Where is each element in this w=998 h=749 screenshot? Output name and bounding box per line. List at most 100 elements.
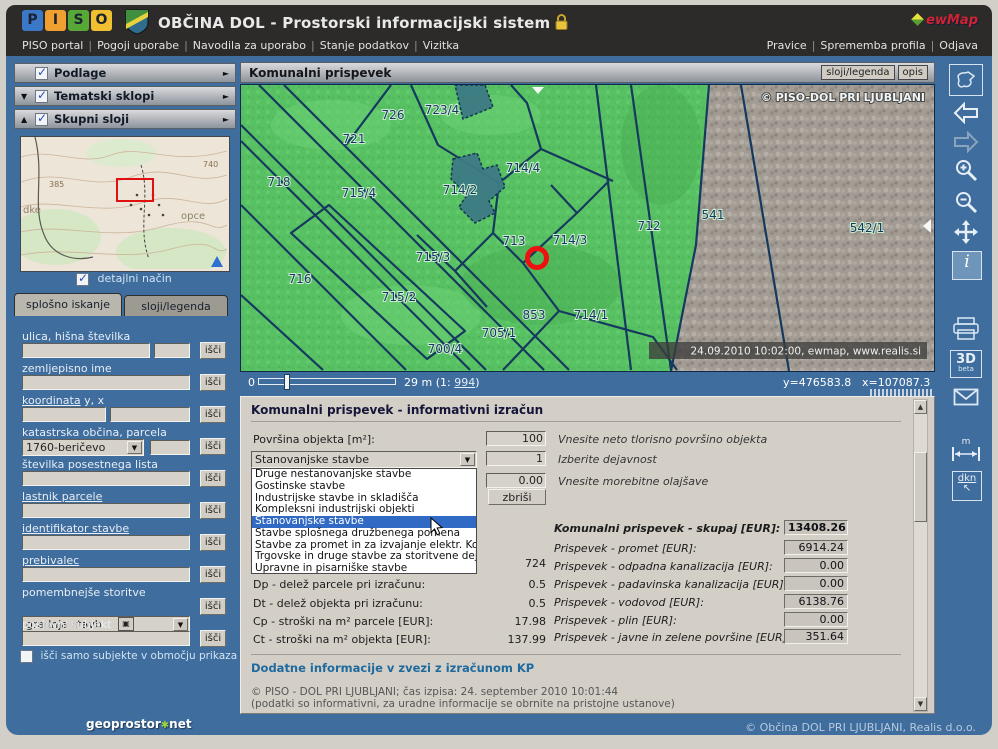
house-number-input[interactable] (154, 343, 190, 358)
coordinate-link[interactable]: koordinata (22, 394, 81, 407)
deed-number-input[interactable] (22, 471, 190, 486)
orthophoto-forest-area (671, 85, 934, 371)
scroll-down-icon[interactable]: ▼ (914, 697, 927, 711)
menu-vizitka[interactable]: Vizitka (423, 39, 459, 52)
more-info-link[interactable]: Dodatne informacije v zvezi z izračunom … (251, 661, 534, 675)
activity-factor-input[interactable] (486, 451, 546, 466)
search-building-button[interactable]: išči (200, 534, 226, 551)
menu-odjava[interactable]: Odjava (939, 39, 978, 52)
podlage-checkbox[interactable] (35, 67, 48, 80)
overview-minimap[interactable]: 385 740 opce dke (20, 136, 230, 272)
detail-mode-checkbox[interactable] (76, 273, 89, 286)
resident-link[interactable]: prebivalec (22, 554, 79, 567)
map-viewport[interactable]: 718 721 726 723/4 714/2 714/4 715/4 715/… (240, 84, 935, 372)
scale-ratio-link[interactable]: 994 (454, 376, 475, 389)
expand-right-icon[interactable]: ► (223, 69, 229, 78)
svg-text:705/1: 705/1 (482, 326, 517, 340)
expand-right-icon[interactable]: ► (223, 92, 229, 101)
svg-text:385: 385 (49, 180, 64, 189)
geo-name-input[interactable] (22, 375, 190, 390)
accordion-podlage[interactable]: Podlage ► (14, 63, 236, 83)
top-menu-left: PISO portal|Pogoji uporabe|Navodila za u… (22, 39, 459, 52)
svg-text:541: 541 (702, 208, 725, 222)
dkn-layer-button[interactable]: dkn ↖ (952, 471, 982, 501)
history-back-button[interactable] (949, 101, 983, 128)
collapse-down-icon[interactable]: ▼ (21, 92, 35, 101)
resident-input[interactable] (22, 567, 190, 582)
map-sloji-legenda-button[interactable]: sloji/legenda (821, 65, 894, 80)
skupni-checkbox[interactable] (35, 113, 48, 126)
search-services-button[interactable]: išči (200, 598, 226, 615)
zoom-out-button[interactable] (949, 189, 983, 218)
deed-number-label: številka posestnega lista (22, 458, 158, 471)
menu-pogoji-uporabe[interactable]: Pogoji uporabe (97, 39, 179, 52)
dropdown-option[interactable]: Gostinske stavbe (252, 481, 476, 493)
map-opis-button[interactable]: opis (898, 65, 928, 80)
history-forward-button[interactable] (949, 130, 983, 157)
tab-splosno-iskanje[interactable]: splošno iskanje (14, 293, 122, 316)
parcel-owner-input[interactable] (22, 503, 190, 518)
scale-slider-handle[interactable] (284, 374, 290, 390)
full-extent-button[interactable] (949, 64, 983, 96)
dropdown-arrow-icon[interactable]: ▼ (460, 453, 475, 466)
search-coordinate-button[interactable]: išči (200, 406, 226, 423)
collapse-up-icon[interactable]: ▲ (21, 115, 35, 124)
calc-scrollbar[interactable]: ▲ ▼ (913, 399, 928, 712)
measure-button[interactable]: m (949, 438, 983, 465)
building-id-link[interactable]: identifikator stavbe (22, 522, 129, 535)
geoprostor-logo[interactable]: geoprostor✱net (86, 717, 192, 731)
activity-select[interactable]: Stanovanjske stavbe▼ (251, 451, 477, 468)
piso-logo[interactable]: PISO (22, 10, 114, 31)
3d-view-button[interactable]: 3D beta (950, 350, 982, 378)
search-parcel-button[interactable]: išči (200, 438, 226, 455)
area-input[interactable] (486, 431, 546, 446)
coordinate-y-input[interactable] (22, 407, 106, 422)
top-menu-right: Pravice|Sprememba profila|Odjava (767, 39, 978, 52)
search-street-button[interactable]: išči (200, 342, 226, 359)
menu-stanje-podatkov[interactable]: Stanje podatkov (320, 39, 409, 52)
subject-filter-checkbox[interactable] (20, 650, 33, 663)
search-geo-name-button[interactable]: išči (200, 374, 226, 391)
pan-button[interactable] (949, 219, 983, 248)
menu-sprememba-profila[interactable]: Sprememba profila (820, 39, 925, 52)
coordinate-x-input[interactable] (110, 407, 190, 422)
accordion-tematski-sklopi[interactable]: ▼ Tematski sklopi ► (14, 86, 236, 106)
subject-filter-row: išči samo subjekte v območju prikaza (20, 649, 237, 663)
clear-button[interactable]: zbriši (488, 489, 546, 505)
expand-right-icon[interactable]: ► (223, 115, 229, 124)
dropdown-option[interactable]: Druge nestanovanjske stavbe (252, 469, 476, 481)
param-label: Ct - stroški na m² objekta [EUR]: (253, 633, 431, 646)
menu-navodila[interactable]: Navodila za uporabo (193, 39, 306, 52)
result-label: Prispevek - plin [EUR]: (554, 614, 677, 627)
search-deed-button[interactable]: išči (200, 470, 226, 487)
print-button[interactable] (949, 316, 983, 345)
map-hscroll-strip[interactable] (870, 389, 934, 396)
search-business-button[interactable]: išči (200, 630, 226, 647)
identify-tool-button[interactable]: i (952, 251, 982, 280)
dropdown-arrow-icon[interactable]: ▼ (127, 441, 142, 454)
search-resident-button[interactable]: išči (200, 566, 226, 583)
street-input[interactable] (22, 343, 150, 358)
send-mail-button[interactable] (949, 388, 983, 409)
accordion-skupni-sloji[interactable]: ▲ Skupni sloji ► (14, 109, 236, 129)
business-entity-input[interactable] (22, 631, 190, 646)
tematski-checkbox[interactable] (35, 90, 48, 103)
dropdown-option[interactable]: Upravne in pisarniške stavbe (252, 563, 476, 574)
relief-input[interactable] (486, 473, 546, 488)
building-id-input[interactable] (22, 535, 190, 550)
zoom-in-button[interactable] (949, 157, 983, 186)
search-owner-button[interactable]: išči (200, 502, 226, 519)
tab-sloji-legenda[interactable]: sloji/legenda (124, 295, 228, 316)
scale-slider-track[interactable] (258, 378, 396, 385)
geo-name-label: zemljepisno ime (22, 362, 112, 375)
menu-piso-portal[interactable]: PISO portal (22, 39, 83, 52)
cadastral-municipality-select[interactable]: 1760-beričevo▼ (22, 439, 144, 456)
scrollbar-thumb[interactable] (914, 452, 927, 522)
parcel-owner-link[interactable]: lastnik parcele (22, 490, 102, 503)
scroll-up-icon[interactable]: ▲ (914, 400, 927, 414)
business-entity-info-icon[interactable]: ▣ (118, 617, 134, 631)
param-value: 17.98 (486, 615, 546, 628)
dropdown-arrow-icon[interactable]: ▼ (173, 618, 188, 631)
menu-pravice[interactable]: Pravice (767, 39, 807, 52)
parcel-number-input[interactable] (150, 440, 190, 455)
